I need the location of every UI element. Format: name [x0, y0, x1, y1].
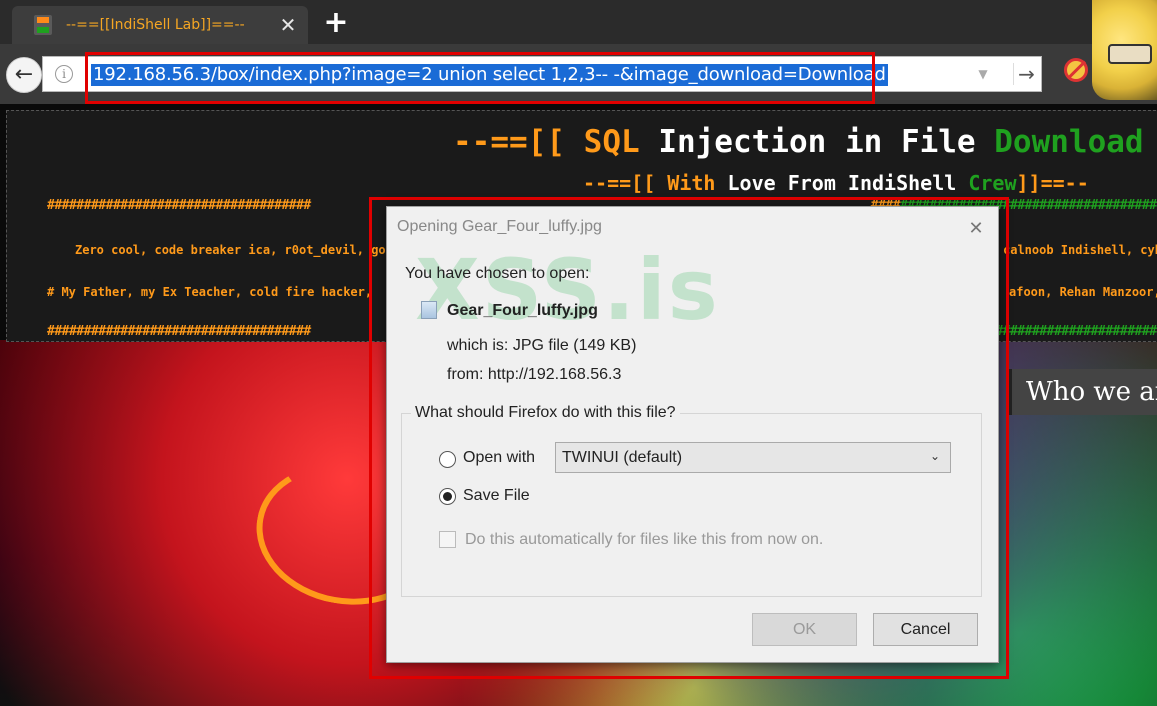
back-button[interactable]: ←	[6, 57, 42, 93]
file-type-label: which is:	[447, 337, 509, 354]
browser-tab[interactable]: --==[[IndiShell Lab]]==-- ✕	[12, 6, 308, 44]
tab-title: --==[[IndiShell Lab]]==--	[66, 17, 245, 33]
page-title: --==[[ SQL Injection in File Download ]]…	[453, 124, 1144, 160]
auto-action-checkbox[interactable]	[439, 531, 456, 548]
ok-button[interactable]: OK	[752, 613, 857, 646]
credits-line-2: # My Father, my Ex Teacher, cold fire ha…	[47, 285, 373, 299]
image-file-icon	[421, 301, 437, 319]
auto-action-label[interactable]: Do this automatically for files like thi…	[465, 531, 823, 549]
open-with-radio[interactable]	[439, 451, 456, 468]
file-source-value: http://192.168.56.3	[487, 366, 622, 383]
open-with-label[interactable]: Open with	[463, 449, 535, 467]
file-type-value: JPG file (149 KB)	[512, 337, 637, 354]
cancel-button[interactable]: Cancel	[873, 613, 978, 646]
close-tab-icon[interactable]: ✕	[276, 13, 300, 37]
dialog-title: Opening Gear_Four_luffy.jpg	[397, 218, 602, 235]
credits-line-1: Zero cool, code breaker ica, r0ot_devil,…	[75, 243, 401, 257]
go-arrow-icon[interactable]: →	[1013, 63, 1035, 85]
dialog-close-icon[interactable]: ✕	[965, 217, 987, 239]
file-source-label: from:	[447, 366, 484, 383]
info-icon[interactable]: i	[55, 65, 73, 83]
open-with-select[interactable]: TWINUI (default) ⌄	[555, 442, 951, 473]
file-source-row: from: http://192.168.56.3	[447, 366, 621, 384]
no-script-icon[interactable]	[1064, 58, 1088, 82]
chevron-down-icon: ⌄	[930, 449, 941, 463]
action-group	[401, 413, 982, 597]
tab-bar: --==[[IndiShell Lab]]==-- ✕ +	[0, 0, 1157, 44]
page-subtitle: --==[[ With Love From IndiShell Crew]]==…	[583, 171, 1089, 195]
credits-line-1-right: calnoob Indishell, cybe	[1003, 243, 1157, 257]
url-dropdown-icon[interactable]: ▼	[975, 66, 991, 82]
open-with-app: TWINUI (default)	[562, 449, 683, 466]
download-dialog: Opening Gear_Four_luffy.jpg ✕ XSS.is You…	[386, 206, 999, 663]
chosen-text: You have chosen to open:	[405, 265, 590, 282]
save-file-radio[interactable]	[439, 488, 456, 505]
file-type-row: which is: JPG file (149 KB)	[447, 337, 636, 355]
watermark: XSS.is	[415, 241, 720, 339]
action-question: What should Firefox do with this file?	[411, 404, 680, 422]
file-name: Gear_Four_luffy.jpg	[447, 302, 598, 319]
new-tab-button[interactable]: +	[322, 8, 350, 38]
url-highlight-box	[85, 52, 875, 104]
avatar-image	[1092, 0, 1157, 100]
save-file-label[interactable]: Save File	[463, 487, 530, 505]
credits-line-2-right: afoon, Rehan Manzoor,	[1009, 285, 1157, 299]
site-favicon-icon	[34, 15, 52, 35]
who-we-are-link[interactable]: Who we ar	[1008, 369, 1157, 415]
